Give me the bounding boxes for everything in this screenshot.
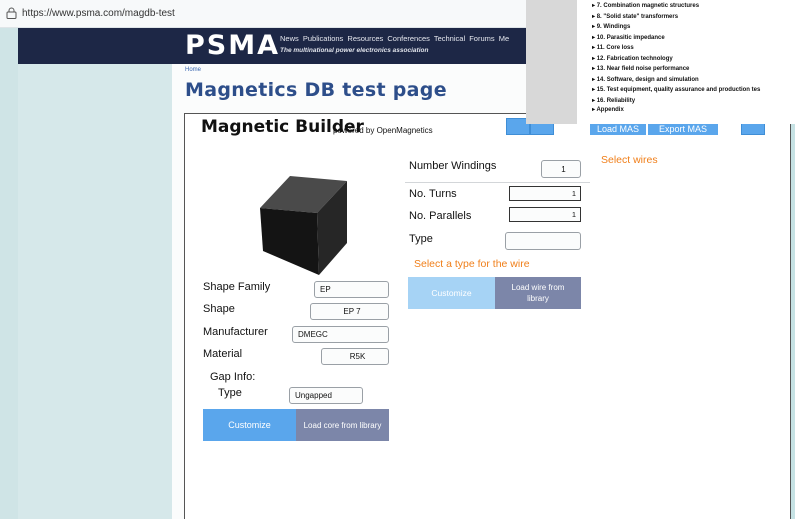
address-bar[interactable]: https://www.psma.com/magdb-test	[0, 0, 540, 28]
load-core-from-library-button[interactable]: Load core from library	[296, 409, 389, 441]
toc-item[interactable]: ▸ 10. Parasitic impedance	[592, 33, 792, 44]
nav-me[interactable]: Me	[499, 34, 509, 43]
toc-item[interactable]: ▸ 12. Fabrication technology	[592, 54, 792, 65]
number-windings-label: Number Windings	[409, 160, 497, 172]
shape-field[interactable]: EP 7	[310, 303, 389, 320]
tagline: The multinational power electronics asso…	[280, 47, 429, 54]
main-nav: News Publications Resources Conferences …	[280, 34, 509, 43]
breadcrumb-home[interactable]: Home	[185, 67, 201, 73]
shape-family-field[interactable]: EP	[314, 281, 389, 298]
toc-item[interactable]: ▸ 16. Reliability	[592, 96, 792, 107]
core-customize-button[interactable]: Customize	[203, 409, 296, 441]
turns-label: No. Turns	[409, 188, 457, 200]
gap-type-field[interactable]: Ungapped	[289, 387, 363, 404]
wire-type-field[interactable]	[505, 232, 581, 250]
toc-item[interactable]: ▸ Appendix	[592, 106, 792, 114]
windings-divider	[405, 182, 590, 183]
page-title: Magnetics DB test page	[185, 79, 447, 101]
gap-type-label: Type	[218, 387, 242, 399]
shape-label: Shape	[203, 303, 235, 315]
nav-technical-forums[interactable]: Technical Forums	[434, 34, 495, 43]
toc-item[interactable]: ▸ 13. Near field noise performance	[592, 64, 792, 75]
gap-info-label: Gap Info:	[210, 371, 256, 383]
core-3d-view[interactable]	[255, 173, 350, 278]
left-sidebar	[18, 64, 172, 519]
toc-item[interactable]: ▸ 11. Core loss	[592, 43, 792, 54]
toc-item[interactable]: ▸ 9. Windings	[592, 22, 792, 33]
load-wire-from-library-button[interactable]: Load wire from library	[495, 277, 581, 309]
shape-family-label: Shape Family	[203, 281, 271, 293]
toc-item[interactable]: ▸ 8. "Solid state" transformers	[592, 12, 792, 23]
wire-type-label: Type	[409, 233, 433, 245]
nav-news[interactable]: News	[280, 34, 299, 43]
toc-item[interactable]: ▸ 15. Test equipment, quality assurance …	[592, 85, 792, 96]
toc-item[interactable]: ▸ 14. Software, design and simulation	[592, 75, 792, 86]
material-label: Material	[203, 348, 243, 360]
parallels-field[interactable]: 1	[509, 207, 581, 222]
nav-publications[interactable]: Publications	[303, 34, 343, 43]
nav-resources[interactable]: Resources	[347, 34, 383, 43]
builder-subtitle: powered by OpenMagnetics	[333, 126, 433, 135]
lock-icon	[6, 7, 17, 19]
wire-type-hint: Select a type for the wire	[414, 258, 530, 270]
select-wires-label: Select wires	[601, 154, 658, 166]
manufacturer-label: Manufacturer	[203, 326, 268, 338]
toc-overlay-margin	[526, 0, 577, 124]
turns-field[interactable]: 1	[509, 186, 581, 201]
site-header: PSMA News Publications Resources Confere…	[18, 28, 540, 64]
parallels-label: No. Parallels	[409, 210, 472, 222]
url-text[interactable]: https://www.psma.com/magdb-test	[22, 8, 175, 19]
toc-item[interactable]: ▸ 7. Combination magnetic structures	[592, 1, 792, 12]
material-field[interactable]: R5K	[321, 348, 389, 365]
number-windings-field[interactable]: 1	[541, 160, 581, 178]
wire-customize-button[interactable]: Customize	[408, 277, 495, 309]
nav-conferences[interactable]: Conferences	[387, 34, 430, 43]
manufacturer-field[interactable]: DMEGC	[292, 326, 389, 343]
psma-logo[interactable]: PSMA	[185, 31, 278, 61]
toc-list: ▸ 7. Combination magnetic structures ▸ 8…	[592, 0, 792, 122]
